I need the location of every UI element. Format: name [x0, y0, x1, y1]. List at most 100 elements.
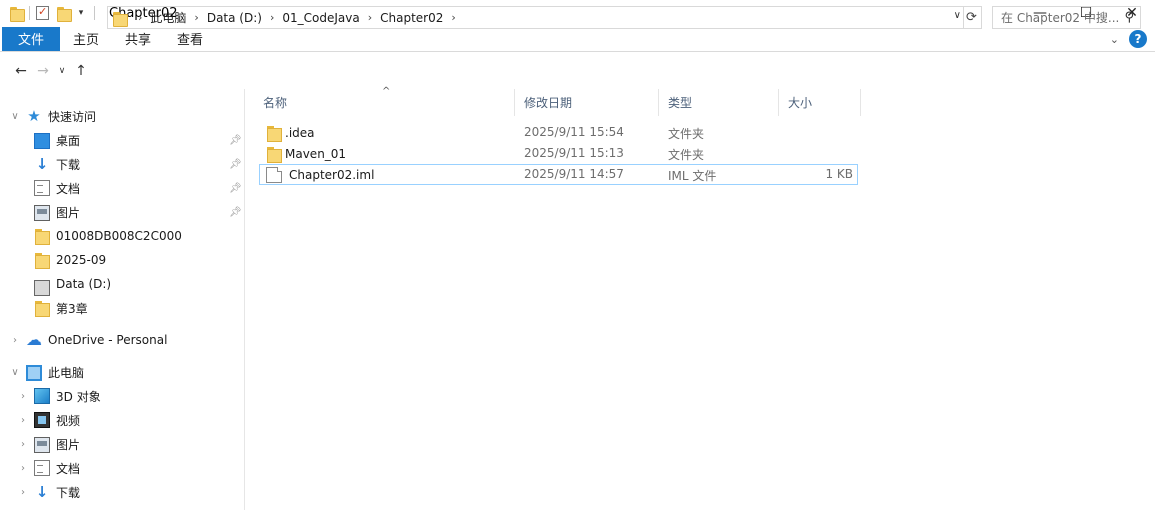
nav-item-downloads[interactable]: ↓ 下载 — [34, 152, 80, 176]
breadcrumb-codejava[interactable]: 01_CodeJava — [278, 11, 363, 25]
computer-icon — [26, 364, 42, 381]
file-name: Maven_01 — [285, 147, 347, 161]
address-history-dropdown-icon[interactable]: ∨ — [954, 10, 961, 21]
column-header-date[interactable]: 修改日期 — [515, 89, 659, 116]
properties-icon[interactable] — [36, 5, 49, 20]
file-name: .idea — [285, 126, 315, 140]
nav-item-chapter3[interactable]: 第3章 — [34, 296, 88, 320]
search-placeholder: 在 Chapter02 中搜... — [1001, 11, 1120, 25]
collapse-icon[interactable]: ∨ — [8, 111, 22, 122]
expand-icon[interactable]: › — [16, 439, 30, 450]
expand-ribbon-icon[interactable]: ⌄ — [1110, 33, 1119, 46]
folder-icon — [10, 6, 25, 22]
file-row[interactable]: .idea 2025/9/11 15:54 文件夹 — [259, 122, 858, 143]
nav-item-pc-documents[interactable]: › 文档 — [21, 456, 80, 480]
divider — [29, 6, 30, 20]
file-name: Chapter02.iml — [289, 168, 375, 182]
navigation-pane: ∨ ★ 快速访问 桌面 📌︎ ↓ 下载 📌︎ 文档 📌︎ 图片 📌︎ 01008… — [0, 89, 245, 510]
nav-label: 下载 — [56, 157, 81, 172]
folder-icon — [266, 125, 282, 142]
forward-button[interactable]: → — [32, 63, 54, 79]
expand-icon[interactable]: › — [16, 463, 30, 474]
column-header-name[interactable]: 名称 — [245, 89, 515, 116]
breadcrumb-separator[interactable]: › — [190, 11, 202, 24]
divider — [94, 6, 95, 20]
nav-label: 第3章 — [56, 301, 88, 316]
search-icon: ⚲ — [1124, 10, 1134, 25]
nav-item-pictures[interactable]: 图片 — [34, 200, 80, 224]
nav-label: 图片 — [56, 437, 81, 452]
nav-item-videos[interactable]: › 视频 — [21, 408, 81, 432]
folder-icon — [34, 228, 50, 245]
breadcrumb-separator[interactable]: › — [447, 11, 459, 24]
breadcrumb-separator[interactable]: › — [364, 11, 376, 24]
search-input[interactable]: 在 Chapter02 中搜... ⚲ — [992, 6, 1141, 29]
breadcrumb-data-drive[interactable]: Data (D:) — [203, 11, 266, 25]
new-folder-icon[interactable] — [57, 6, 72, 22]
cloud-icon: ☁ — [26, 330, 42, 349]
tab-view[interactable]: 查看 — [164, 27, 216, 51]
breadcrumb-separator[interactable]: › — [266, 11, 278, 24]
download-icon: ↓ — [35, 483, 49, 501]
nav-label: 文档 — [56, 181, 81, 196]
file-row-selected[interactable]: Chapter02.iml 2025/9/11 14:57 IML 文件 1 K… — [259, 164, 858, 185]
nav-item-2025-09[interactable]: 2025-09 — [34, 248, 106, 272]
nav-label: Data (D:) — [56, 277, 112, 291]
expand-icon[interactable]: › — [16, 391, 30, 402]
3d-objects-icon — [34, 388, 50, 404]
nav-quick-access[interactable]: ∨ ★ 快速访问 — [11, 104, 97, 128]
address-bar[interactable]: › 此电脑 › Data (D:) › 01_CodeJava › Chapte… — [107, 6, 964, 29]
star-icon: ★ — [27, 107, 41, 125]
folder-icon — [113, 11, 128, 27]
nav-item-3d-objects[interactable]: › 3D 对象 — [21, 384, 101, 408]
nav-label: 图片 — [56, 205, 81, 220]
tab-home[interactable]: 主页 — [60, 27, 112, 51]
expand-icon[interactable]: › — [8, 335, 22, 346]
nav-item-desktop[interactable]: 桌面 — [34, 128, 80, 152]
ribbon-tabs: 文件 主页 共享 查看 ⌄ ? — [0, 26, 1155, 52]
breadcrumb-chapter02[interactable]: Chapter02 — [376, 11, 447, 25]
nav-label: 此电脑 — [48, 365, 85, 380]
pictures-icon — [34, 437, 50, 453]
folder-icon — [34, 300, 50, 317]
file-icon — [266, 167, 282, 183]
pin-icon: 📌︎ — [229, 135, 242, 146]
help-icon[interactable]: ? — [1129, 30, 1147, 48]
nav-label: 快速访问 — [48, 109, 97, 124]
nav-label: 下载 — [56, 485, 81, 500]
pin-icon: 📌︎ — [229, 159, 242, 170]
folder-icon — [266, 146, 282, 163]
tab-share[interactable]: 共享 — [112, 27, 164, 51]
pin-icon: 📌︎ — [229, 207, 242, 218]
expand-icon[interactable]: › — [16, 415, 30, 426]
nav-this-pc[interactable]: ∨ 此电脑 — [11, 360, 85, 384]
column-header-size[interactable]: 大小 — [779, 89, 861, 116]
breadcrumb-this-pc[interactable]: 此电脑 — [146, 9, 190, 26]
nav-item-pc-downloads[interactable]: › ↓ 下载 — [21, 480, 81, 504]
nav-label: 视频 — [56, 413, 81, 428]
column-header-type[interactable]: 类型 — [659, 89, 779, 116]
nav-label: 桌面 — [56, 133, 81, 148]
collapse-icon[interactable]: ∨ — [8, 367, 22, 378]
nav-item-pc-pictures[interactable]: › 图片 — [21, 432, 81, 456]
refresh-button[interactable]: ⟳ — [962, 6, 982, 29]
recent-locations-icon[interactable]: ∨ — [54, 66, 70, 76]
file-row[interactable]: Maven_01 2025/9/11 15:13 文件夹 — [259, 143, 858, 164]
nav-item-documents[interactable]: 文档 — [34, 176, 80, 200]
nav-onedrive[interactable]: › ☁ OneDrive - Personal — [13, 328, 167, 352]
documents-icon — [34, 460, 50, 476]
breadcrumb-separator: › — [138, 11, 143, 24]
file-type: IML 文件 — [668, 169, 717, 183]
nav-item-data-drive[interactable]: Data (D:) — [34, 272, 111, 296]
download-icon: ↓ — [35, 155, 49, 173]
file-type: 文件夹 — [668, 148, 705, 162]
up-button[interactable]: ↑ — [70, 63, 92, 79]
tab-file[interactable]: 文件 — [2, 26, 60, 51]
nav-item-folder-01008[interactable]: 01008DB008C2C000 — [34, 224, 182, 248]
pictures-icon — [34, 205, 50, 221]
customize-toolbar-dropdown-icon[interactable]: ▾ — [74, 8, 88, 18]
file-date: 2025/9/11 14:57 — [524, 167, 624, 181]
column-header-row: ^ 名称 修改日期 类型 大小 — [245, 86, 1155, 116]
back-button[interactable]: ← — [10, 63, 32, 79]
expand-icon[interactable]: › — [16, 487, 30, 498]
